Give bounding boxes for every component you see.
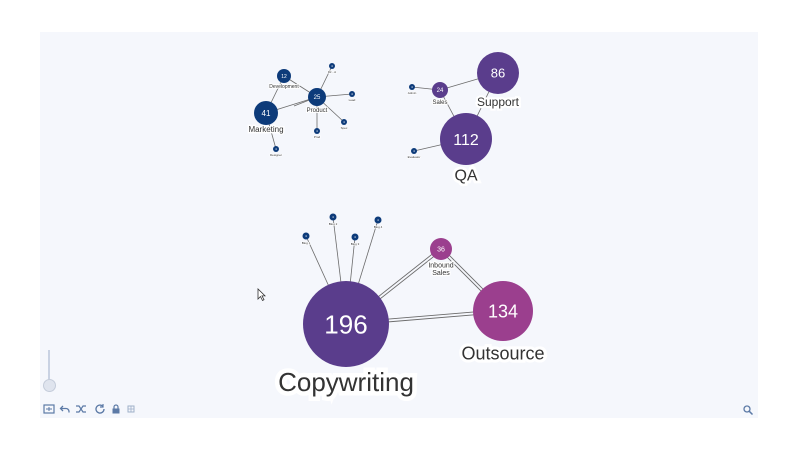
node-value: 41	[262, 109, 271, 118]
node-label: Spec	[341, 126, 348, 130]
node-prod-s4[interactable]: Spec4	[340, 119, 348, 131]
node-label: Admin	[408, 91, 417, 95]
node-support[interactable]: Support 86	[475, 52, 522, 111]
grid-icon[interactable]	[125, 403, 137, 415]
node-qa[interactable]: QA 112	[440, 113, 492, 187]
node-prod-s2[interactable]: Lead4	[348, 91, 356, 103]
node-development[interactable]: Development 12	[268, 69, 300, 91]
node-prod-s1[interactable]: Dir - A4	[327, 63, 337, 75]
node-label: Support	[477, 95, 520, 109]
node-label: Inbound Sales	[428, 262, 453, 277]
node-value: 36	[437, 247, 445, 254]
node-label: Prod	[314, 135, 321, 139]
node-layer: Development 12 Product 25 Marketing 41 Dir - A…	[247, 52, 548, 402]
node-label: Sales	[432, 100, 447, 106]
node-sales-s1[interactable]: Admin4	[407, 84, 417, 96]
node-label: Outsource	[461, 343, 544, 363]
node-label: Blog 4	[374, 225, 383, 229]
node-sales[interactable]: Sales 24	[431, 82, 449, 107]
node-value: 196	[324, 309, 367, 339]
node-label: Copywriting	[278, 367, 414, 397]
node-value: 25	[314, 95, 321, 101]
node-copy-s3[interactable]: Blog 34	[350, 233, 360, 247]
node-label: Dir - A	[328, 70, 336, 74]
node-mkt-s1[interactable]: Designer4	[269, 146, 283, 158]
search-icon[interactable]	[742, 403, 754, 416]
node-prod-s3[interactable]: Prod4	[313, 128, 321, 140]
lock-icon[interactable]	[110, 403, 122, 415]
node-marketing[interactable]: Marketing 41	[247, 101, 285, 135]
node-value: 86	[491, 66, 505, 81]
node-value: 24	[437, 88, 444, 94]
node-label: Blog 1	[302, 241, 311, 245]
undo-icon[interactable]	[59, 403, 71, 415]
node-label: QA	[454, 168, 477, 185]
refresh-icon[interactable]	[94, 403, 106, 415]
mouse-cursor-icon	[257, 288, 267, 302]
node-copywriting[interactable]: Copywriting 196	[274, 281, 418, 402]
node-value: 112	[453, 132, 479, 149]
node-label: Marketing	[248, 125, 283, 134]
node-label: Product	[307, 108, 328, 114]
network-graph[interactable]: Development 12 Product 25 Marketing 41 Dir - A…	[0, 0, 800, 450]
node-copy-s4[interactable]: Blog 44	[373, 216, 383, 230]
node-copy-s2[interactable]: Blog 24	[328, 213, 338, 227]
node-value: 12	[281, 74, 287, 80]
zoom-slider-thumb[interactable]	[43, 379, 56, 392]
fit-icon[interactable]	[43, 403, 55, 415]
node-label: Blog 3	[351, 242, 360, 246]
shuffle-icon[interactable]	[75, 403, 87, 415]
node-copy-s1[interactable]: Blog 14	[301, 232, 311, 246]
node-outsource[interactable]: Outsource 134	[458, 281, 548, 366]
node-label: Designer	[270, 153, 282, 157]
node-label: Development	[269, 84, 299, 90]
node-label: Lead	[349, 98, 356, 102]
node-value: 134	[488, 301, 518, 321]
node-label: Blog 2	[329, 222, 338, 226]
node-product[interactable]: Product 25	[306, 88, 329, 115]
node-label: Evaluator	[408, 155, 421, 159]
edge-layer	[265, 65, 505, 326]
